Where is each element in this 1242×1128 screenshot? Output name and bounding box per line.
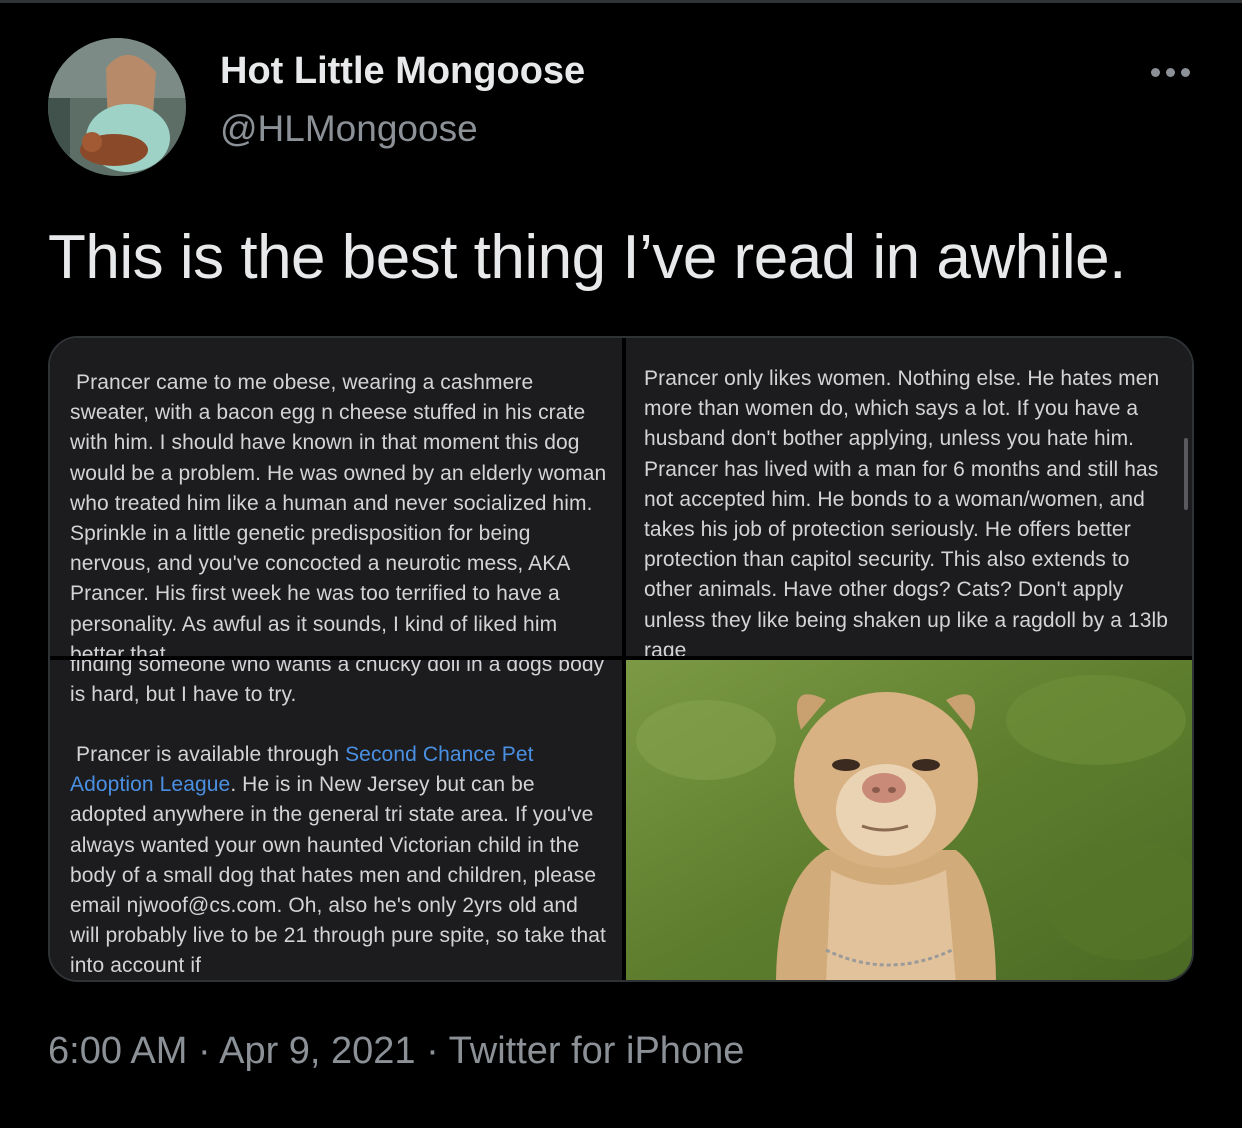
media-image-2[interactable]: Prancer only likes women. Nothing else. … (626, 338, 1192, 656)
screenshot-text-segment: . He is in New Jersey but can be adopted… (70, 773, 606, 978)
screenshot-text: Prancer only likes women. Nothing else. … (644, 367, 1169, 656)
top-divider (0, 0, 1242, 3)
media-grid[interactable]: Prancer came to me obese, wearing a cash… (48, 336, 1194, 982)
profile-photo (48, 38, 186, 176)
more-horizontal-icon-dot (1180, 67, 1190, 77)
user-handle[interactable]: @HLMongoose (220, 108, 478, 150)
media-image-1[interactable]: Prancer came to me obese, wearing a cash… (50, 338, 622, 656)
screenshot-text-segment: Prancer is available through (76, 743, 346, 766)
media-image-3[interactable]: finding someone who wants a chucky doll … (50, 660, 622, 980)
screenshot-text: Prancer came to me obese, wearing a cash… (70, 371, 607, 656)
display-name[interactable]: Hot Little Mongoose (220, 50, 585, 93)
media-image-4[interactable] (626, 660, 1192, 980)
screenshot-text: finding someone who wants a chucky doll … (70, 660, 605, 707)
avatar[interactable] (48, 38, 186, 176)
more-horizontal-icon-dot (1165, 67, 1175, 77)
tweet-meta: 6:00 AM · Apr 9, 2021 · Twitter for iPho… (48, 1030, 745, 1072)
scrollbar (1184, 438, 1188, 510)
dog-photo (626, 660, 1192, 980)
more-options-button[interactable] (1140, 52, 1200, 92)
screenshot-text: Prancer is available through Second Chan… (70, 740, 610, 980)
more-horizontal-icon (1150, 67, 1160, 77)
tweet-text: This is the best thing I’ve read in awhi… (48, 223, 1126, 292)
